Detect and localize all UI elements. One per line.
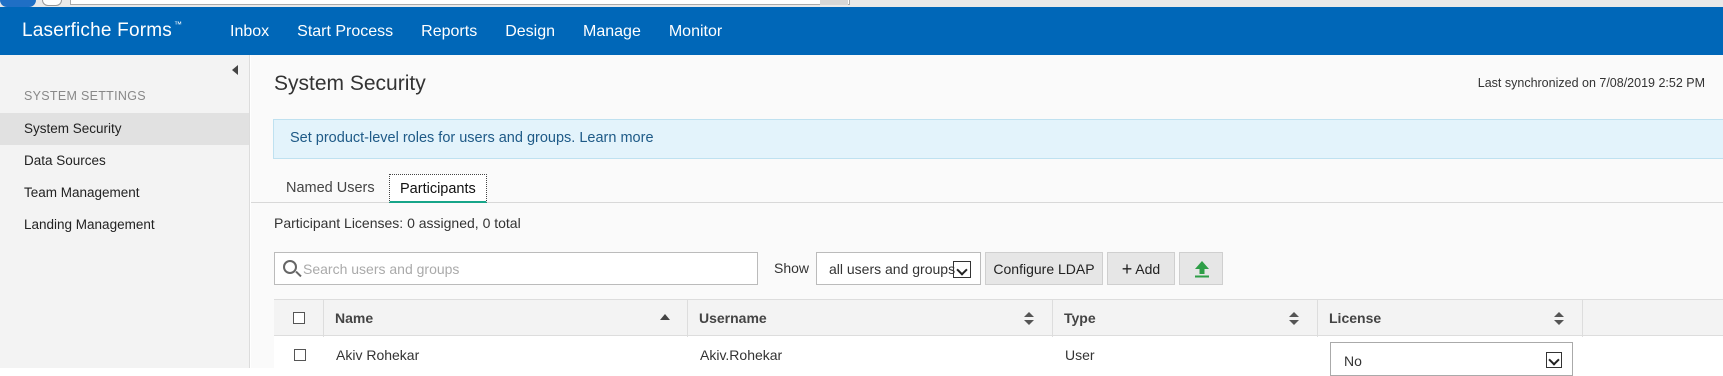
license-select[interactable]: No <box>1330 342 1573 376</box>
sidebar-item-system-security[interactable]: System Security <box>0 113 249 145</box>
users-table: Name Username Type License Akiv Rohekar … <box>274 299 1723 376</box>
column-type-header[interactable]: Type <box>1053 300 1318 337</box>
upload-arrow-icon <box>1195 261 1209 278</box>
tab-named-users[interactable]: Named Users <box>276 174 385 203</box>
nav-design[interactable]: Design <box>505 23 555 41</box>
browser-address-bar[interactable] <box>70 0 850 5</box>
chevron-down-icon <box>953 261 971 278</box>
nav-monitor[interactable]: Monitor <box>669 23 722 41</box>
participant-licenses-summary: Participant Licenses: 0 assigned, 0 tota… <box>274 215 521 231</box>
license-value: No <box>1344 353 1362 369</box>
sidebar-list: System Security Data Sources Team Manage… <box>0 113 249 241</box>
table-header: Name Username Type License <box>274 299 1723 337</box>
sort-icon <box>1289 312 1299 326</box>
brand-logo[interactable]: Laserfiche Forms ™ <box>22 20 182 42</box>
nav-reports[interactable]: Reports <box>421 23 477 41</box>
main-nav: Inbox Start Process Reports Design Manag… <box>230 23 750 41</box>
upload-button[interactable] <box>1179 252 1223 285</box>
column-username-label: Username <box>699 310 767 326</box>
configure-ldap-button[interactable]: Configure LDAP <box>985 252 1103 285</box>
browser-tab-button[interactable] <box>820 0 848 5</box>
sidebar-item-data-sources[interactable]: Data Sources <box>0 145 249 177</box>
cell-username: Akiv.Rohekar <box>700 347 783 363</box>
sort-icon <box>1554 312 1564 326</box>
browser-forward-button[interactable] <box>42 0 62 6</box>
column-license-header[interactable]: License <box>1318 300 1583 337</box>
sidebar-heading: SYSTEM SETTINGS <box>24 89 146 103</box>
sidebar-item-landing-management[interactable]: Landing Management <box>0 209 249 241</box>
nav-manage[interactable]: Manage <box>583 23 641 41</box>
nav-inbox[interactable]: Inbox <box>230 23 269 41</box>
info-banner-text: Set product-level roles for users and gr… <box>290 130 576 146</box>
column-name-header[interactable]: Name <box>324 300 688 337</box>
show-filter-value: all users and groups <box>829 261 956 277</box>
settings-sidebar: SYSTEM SETTINGS System Security Data Sou… <box>0 55 250 368</box>
column-license-label: License <box>1329 310 1382 326</box>
search-box <box>274 252 758 285</box>
sidebar-item-team-management[interactable]: Team Management <box>0 177 249 209</box>
select-all-column <box>274 300 324 337</box>
top-navigation-bar: Laserfiche Forms ™ Inbox Start Process Re… <box>0 7 1723 55</box>
users-toolbar: Show all users and groups Configure LDAP… <box>274 252 1723 286</box>
search-input[interactable] <box>303 253 753 284</box>
last-synchronized-text: Last synchronized on 7/08/2019 2:52 PM <box>1477 76 1705 90</box>
show-filter-select[interactable]: all users and groups <box>816 252 981 285</box>
row-checkbox[interactable] <box>294 349 306 361</box>
search-icon <box>283 260 297 274</box>
sort-icon <box>1024 312 1034 326</box>
user-type-tabs: Named Users Participants <box>251 168 1723 203</box>
cell-type: User <box>1065 347 1095 363</box>
add-button-label: Add <box>1135 261 1161 277</box>
learn-more-link[interactable]: Learn more <box>579 130 653 146</box>
nav-start-process[interactable]: Start Process <box>297 23 393 41</box>
sort-ascending-icon <box>660 314 670 320</box>
show-label: Show <box>774 260 810 276</box>
column-name-label: Name <box>335 310 374 326</box>
trademark-mark: ™ <box>173 20 183 29</box>
column-type-label: Type <box>1064 310 1096 326</box>
collapse-sidebar-icon[interactable] <box>232 65 238 75</box>
tab-participants[interactable]: Participants <box>389 174 487 203</box>
browser-back-button[interactable] <box>0 0 36 7</box>
cell-name: Akiv Rohekar <box>336 347 420 363</box>
add-button[interactable]: + Add <box>1107 252 1175 285</box>
info-banner: Set product-level roles for users and gr… <box>273 119 1723 159</box>
browser-chrome <box>0 0 1723 7</box>
main-content: System Security Last synchronized on 7/0… <box>251 55 1723 376</box>
column-username-header[interactable]: Username <box>688 300 1053 337</box>
plus-icon: + <box>1121 259 1133 279</box>
chevron-down-icon <box>1546 352 1562 368</box>
brand-name: Laserfiche Forms <box>22 20 172 41</box>
page-title: System Security <box>274 72 426 95</box>
table-row: Akiv Rohekar Akiv.Rohekar User No <box>274 337 1723 376</box>
select-all-checkbox[interactable] <box>293 312 305 324</box>
